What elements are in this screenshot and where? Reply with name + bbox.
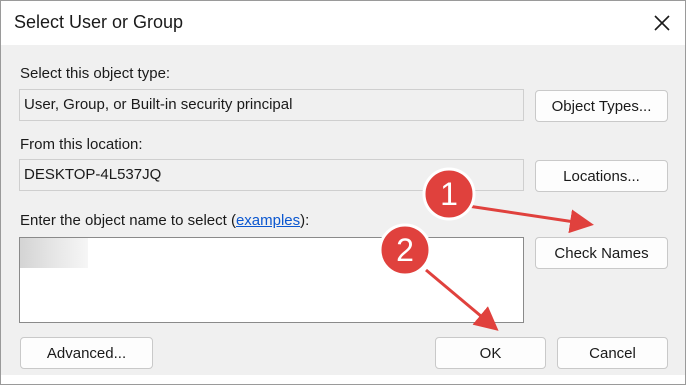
object-name-label-prefix: Enter the object name to select ( (20, 212, 236, 229)
redacted-text (20, 238, 88, 268)
object-name-label: Enter the object name to select (example… (20, 212, 309, 229)
object-name-label-suffix: ): (300, 212, 310, 229)
select-user-dialog: Select User or Group Select this object … (0, 0, 686, 385)
advanced-button[interactable]: Advanced... (20, 337, 153, 369)
window-title: Select User or Group (14, 12, 184, 32)
object-name-input[interactable] (19, 237, 524, 323)
check-names-button[interactable]: Check Names (535, 237, 668, 269)
object-type-field: User, Group, or Built-in security princi… (19, 89, 524, 121)
title-bar: Select User or Group (1, 1, 685, 45)
examples-link[interactable]: examples (236, 212, 300, 229)
location-field: DESKTOP-4L537JQ (19, 159, 524, 191)
object-types-button[interactable]: Object Types... (535, 90, 668, 122)
close-icon (654, 15, 670, 31)
ok-button[interactable]: OK (435, 337, 546, 369)
background-window-strip (1, 375, 685, 384)
location-label: From this location: (20, 136, 143, 153)
object-type-label: Select this object type: (20, 65, 171, 82)
close-button[interactable] (647, 8, 677, 38)
cancel-button[interactable]: Cancel (557, 337, 668, 369)
locations-button[interactable]: Locations... (535, 160, 668, 192)
